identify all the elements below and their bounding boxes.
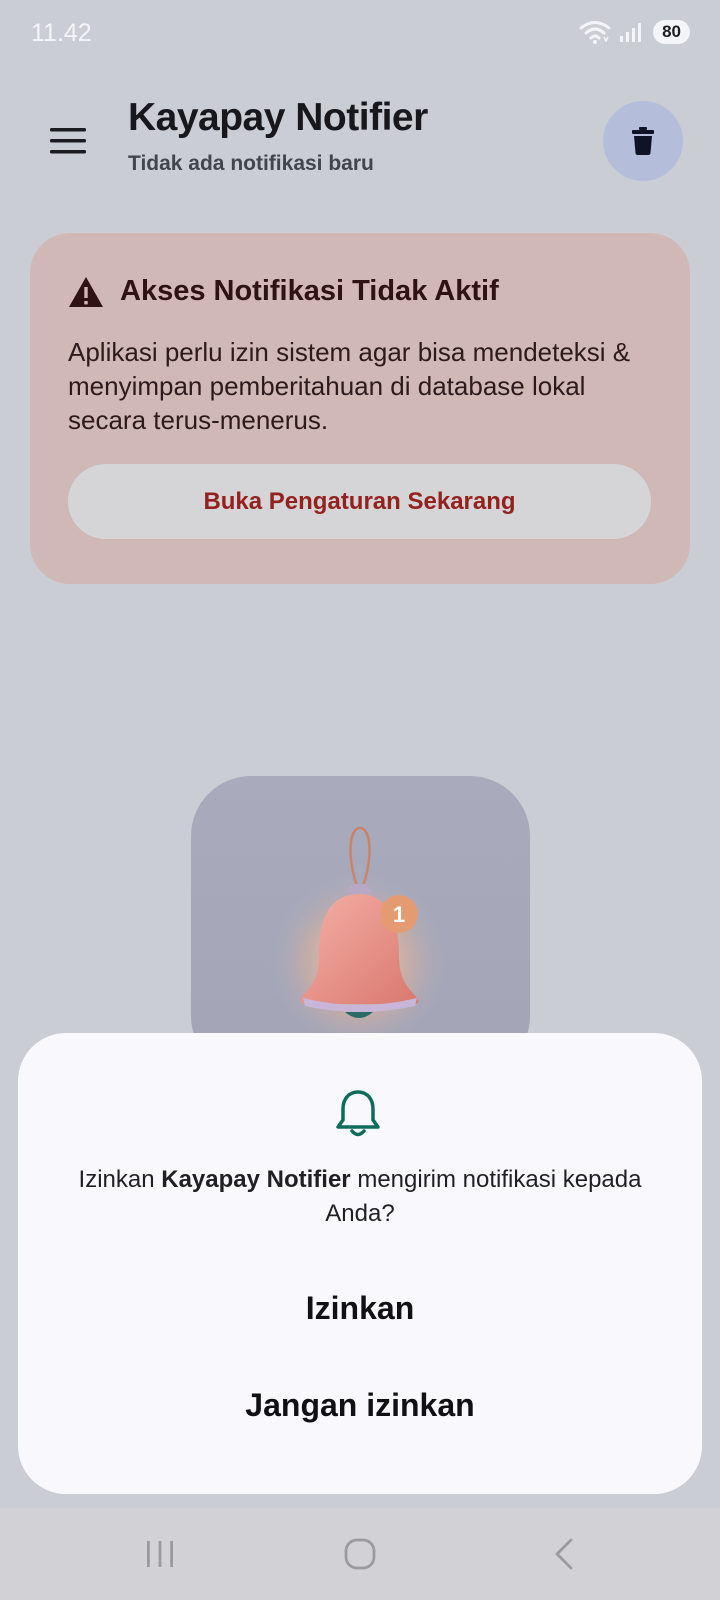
- home-icon: [344, 1538, 376, 1570]
- dialog-message-suffix: mengirim notifikasi kepada Anda?: [325, 1166, 642, 1227]
- allow-button[interactable]: Izinkan: [58, 1268, 662, 1348]
- notification-permission-dialog: Izinkan Kayapay Notifier mengirim notifi…: [18, 1033, 702, 1494]
- delete-all-button[interactable]: [603, 101, 683, 181]
- dialog-icon-wrapper: [330, 1086, 386, 1147]
- notification-access-warning-card: Akses Notifikasi Tidak Aktif Aplikasi pe…: [30, 233, 690, 584]
- dialog-message-prefix: Izinkan: [78, 1166, 162, 1193]
- bell-outline-icon: [336, 1090, 380, 1137]
- back-button[interactable]: [532, 1526, 596, 1582]
- open-settings-button[interactable]: Buka Pengaturan Sekarang: [68, 464, 651, 539]
- status-icons: 80: [579, 20, 690, 44]
- signal-icon: [620, 23, 642, 42]
- deny-button[interactable]: Jangan izinkan: [58, 1365, 662, 1445]
- menu-icon: [50, 128, 86, 154]
- app-title: Kayapay Notifier: [128, 96, 428, 139]
- dialog-message: Izinkan Kayapay Notifier mengirim notifi…: [58, 1163, 662, 1231]
- back-icon: [555, 1538, 573, 1570]
- recent-apps-button[interactable]: [128, 1526, 192, 1582]
- warning-message: Aplikasi perlu izin sistem agar bisa men…: [68, 337, 631, 435]
- battery-indicator: 80: [653, 20, 690, 44]
- status-time: 11.42: [31, 19, 92, 47]
- navigation-bar: [0, 1508, 720, 1600]
- bell-illustration-icon: 1: [269, 826, 449, 1052]
- warning-icon: [69, 276, 103, 307]
- recent-apps-icon: [147, 1541, 173, 1567]
- trash-icon: [632, 127, 654, 155]
- warning-title: Akses Notifikasi Tidak Aktif: [120, 275, 499, 307]
- status-bar: 11.42 80: [0, 0, 720, 68]
- warning-header: Akses Notifikasi Tidak Aktif: [68, 275, 499, 308]
- dialog-app-name: Kayapay Notifier: [161, 1166, 351, 1193]
- home-button[interactable]: [328, 1526, 392, 1582]
- app-subtitle: Tidak ada notifikasi baru: [128, 152, 374, 175]
- bell-badge-count: 1: [393, 902, 405, 927]
- wifi-icon: [579, 21, 611, 44]
- empty-state-illustration: 1: [191, 776, 530, 1076]
- menu-button[interactable]: [40, 116, 96, 166]
